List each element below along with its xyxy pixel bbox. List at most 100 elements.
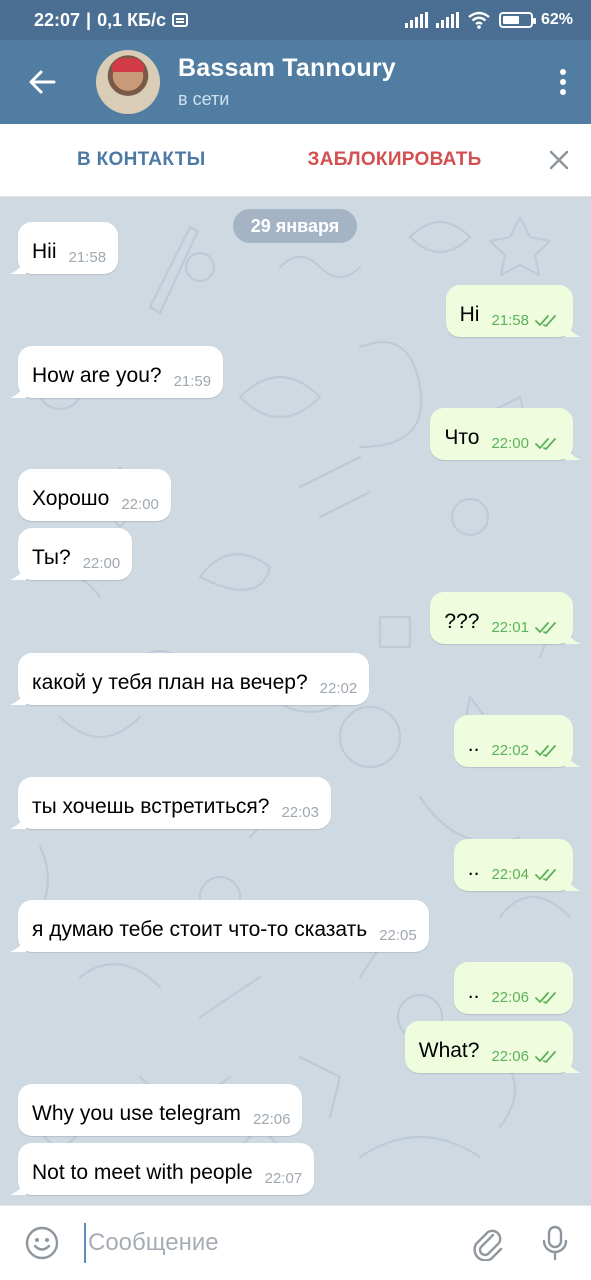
outgoing-message[interactable]: Что 22:00 — [430, 408, 581, 460]
more-options-button[interactable] — [535, 40, 591, 124]
message-text: какой у тебя план на вечер? — [32, 671, 308, 694]
message-time: 21:59 — [173, 373, 212, 390]
incoming-message[interactable]: ты хочешь встретиться? 22:03 — [10, 777, 331, 829]
more-vertical-icon — [560, 69, 566, 95]
new-contact-action-bar: В КОНТАКТЫ ЗАБЛОКИРОВАТЬ — [0, 124, 591, 197]
message-time: 22:00 — [491, 435, 529, 452]
message-composer — [0, 1205, 591, 1280]
incoming-message[interactable]: Hii 21:58 — [10, 222, 119, 274]
close-icon[interactable] — [545, 146, 573, 174]
bubble-tail — [10, 566, 26, 580]
message-text: ты хочешь встретиться? — [32, 795, 270, 818]
battery-icon — [498, 12, 536, 28]
message-text: я думаю тебе стоит что-то сказать — [32, 918, 368, 941]
message-time: 22:07 — [264, 1170, 303, 1187]
bubble-tail — [10, 384, 26, 398]
message-text: .. — [467, 733, 480, 756]
message-input[interactable] — [84, 1223, 455, 1263]
outgoing-message[interactable]: .. 22:06 — [453, 962, 573, 1014]
message-time: 22:02 — [319, 680, 358, 697]
bubble-tail — [10, 938, 26, 952]
outgoing-message[interactable]: .. 22:02 — [453, 715, 581, 767]
message-text: What? — [418, 1039, 480, 1062]
message-text: Ты? — [32, 546, 71, 569]
message-text: Hi — [459, 303, 480, 326]
bubble-tail — [565, 877, 581, 891]
incoming-message[interactable]: How are you? 21:59 — [10, 346, 224, 398]
incoming-message[interactable]: Хорошо 22:00 — [18, 469, 171, 521]
emoji-button[interactable] — [0, 1206, 84, 1280]
back-button[interactable] — [0, 40, 84, 124]
message-time: 21:58 — [68, 249, 107, 266]
message-text: .. — [467, 980, 480, 1003]
status-time: 22:07 — [34, 9, 81, 30]
add-to-contacts-button[interactable]: В КОНТАКТЫ — [77, 149, 206, 171]
chat-header: Bassam Tannoury в сети — [0, 40, 591, 124]
double-check-icon — [535, 745, 556, 757]
message-time: 22:00 — [82, 555, 121, 572]
contact-info[interactable]: Bassam Tannoury в сети — [178, 54, 535, 110]
battery-percent: 62% — [540, 11, 573, 28]
bubble-tail — [10, 691, 26, 705]
double-check-icon — [535, 438, 556, 450]
double-check-icon — [535, 315, 556, 327]
outgoing-message[interactable]: Hi 21:58 — [445, 285, 581, 337]
bubble-tail — [10, 1181, 26, 1195]
paperclip-icon — [473, 1229, 503, 1261]
outgoing-message[interactable]: ??? 22:01 — [430, 592, 581, 644]
bubble-tail — [10, 260, 26, 274]
incoming-message[interactable]: какой у тебя план на вечер? 22:02 — [10, 653, 370, 705]
message-text: Why you use telegram — [32, 1102, 241, 1125]
message-text: .. — [467, 857, 480, 880]
double-check-icon — [535, 992, 556, 1004]
contact-avatar[interactable] — [96, 50, 160, 114]
outgoing-message[interactable]: .. 22:04 — [453, 839, 581, 891]
bubble-tail — [10, 815, 26, 829]
message-time: 22:01 — [491, 619, 529, 636]
message-time: 21:58 — [491, 312, 529, 329]
message-time: 22:06 — [252, 1111, 291, 1128]
bubble-tail — [565, 446, 581, 460]
double-check-icon — [535, 622, 556, 634]
date-separator: 29 января — [233, 209, 357, 243]
attach-button[interactable] — [455, 1206, 519, 1280]
sim-card-icon — [172, 13, 189, 27]
message-text: Not to meet with people — [32, 1161, 253, 1184]
outgoing-message[interactable]: What? 22:06 — [404, 1021, 581, 1073]
bubble-tail — [565, 1059, 581, 1073]
double-check-icon — [535, 1051, 556, 1063]
network-speed: 0,1 КБ/с — [97, 9, 167, 30]
double-check-icon — [535, 869, 556, 881]
incoming-message[interactable]: Why you use telegram 22:06 — [18, 1084, 303, 1136]
bubble-tail — [565, 323, 581, 337]
incoming-message[interactable]: Not to meet with people 22:07 — [10, 1143, 315, 1195]
battery-fill — [502, 16, 520, 24]
voice-message-button[interactable] — [519, 1206, 591, 1280]
arrow-left-icon — [29, 70, 56, 94]
message-time: 22:03 — [281, 804, 319, 821]
contact-name: Bassam Tannoury — [178, 54, 396, 82]
signal-strength-2-icon — [435, 12, 459, 28]
message-text: Хорошо — [32, 487, 110, 510]
message-text: Что — [444, 426, 480, 449]
bubble-tail — [565, 753, 581, 767]
bubble-tail — [565, 630, 581, 644]
wifi-icon — [468, 11, 490, 29]
message-time: 22:06 — [491, 989, 529, 1006]
message-text: How are you? — [32, 364, 162, 387]
message-time: 22:04 — [491, 866, 529, 883]
status-bar: 22:07 | 0,1 КБ/с 62% — [0, 0, 591, 40]
message-time: 22:06 — [491, 1048, 529, 1065]
message-text: ??? — [444, 610, 480, 633]
incoming-message[interactable]: я думаю тебе стоит что-то сказать 22:05 — [10, 900, 429, 952]
status-separator: | — [86, 9, 92, 30]
message-time: 22:00 — [121, 496, 159, 513]
presence-status: в сети — [178, 89, 230, 109]
message-time: 22:02 — [491, 742, 529, 759]
incoming-message[interactable]: Ты? 22:00 — [10, 528, 133, 580]
signal-strength-icon — [404, 12, 428, 28]
message-text: Hii — [32, 240, 57, 263]
message-list[interactable]: 29 января Hii 21:58 Hi 21:58 How are you? 21:… — [0, 197, 591, 1205]
block-user-button[interactable]: ЗАБЛОКИРОВАТЬ — [308, 149, 482, 171]
microphone-icon — [542, 1225, 568, 1261]
